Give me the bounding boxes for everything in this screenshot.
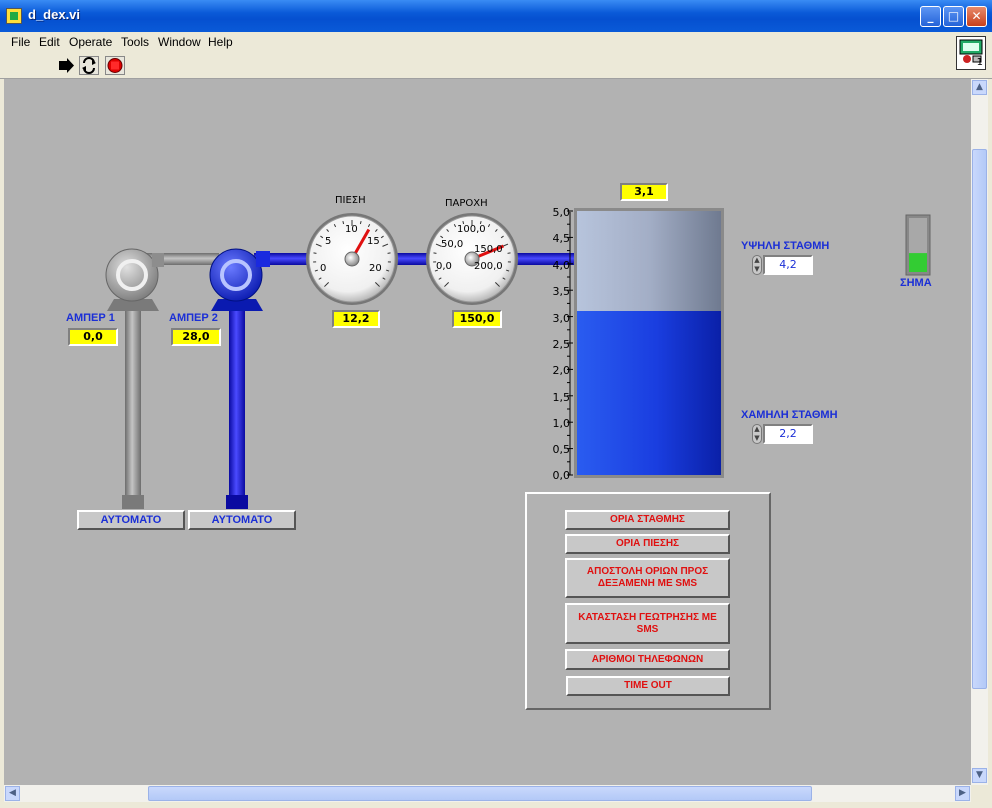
flow-readout: 150,0 bbox=[452, 310, 502, 328]
scroll-down-arrow[interactable]: ▼ bbox=[972, 768, 987, 783]
run-continuously-button[interactable] bbox=[79, 56, 99, 75]
signal-meter bbox=[905, 214, 931, 276]
signal-label: ΣΗΜΑ bbox=[900, 277, 932, 289]
pressure-gauge-label: ΠΙΕΣΗ bbox=[335, 195, 366, 206]
pump1-current-readout: 0,0 bbox=[68, 328, 118, 346]
pump2-auto-button[interactable]: ΑΥΤΟΜΑΤΟ bbox=[188, 510, 296, 530]
tank-scale-label: 2,5 bbox=[552, 338, 571, 351]
run-arrow-icon bbox=[59, 58, 74, 73]
pressure-tick-label: 20 bbox=[369, 263, 382, 274]
phone-numbers-button[interactable]: ΑΡΙΘΜΟΙ ΤΗΛΕΦΩΝΩΝ bbox=[565, 649, 730, 670]
tank-scale-label: 3,0 bbox=[552, 312, 571, 325]
drill-status-sms-button[interactable]: ΚΑΤΑΣΤΑΣΗ ΓΕΩΤΡΗΣΗΣ ΜΕ SMS bbox=[565, 603, 730, 644]
tank-scale-label: 3,5 bbox=[552, 285, 571, 298]
low-level-input[interactable]: 2,2 bbox=[763, 424, 813, 444]
labview-app-icon[interactable] bbox=[6, 8, 22, 24]
flow-tick-label: 0,0 bbox=[436, 261, 452, 272]
horizontal-scroll-thumb[interactable] bbox=[148, 786, 812, 801]
menu-window[interactable]: Window bbox=[158, 35, 201, 49]
menu-bar: File Edit Operate Tools Window Help bbox=[0, 32, 992, 52]
tank-water-level bbox=[577, 311, 721, 475]
vi-icon-number: 1 bbox=[976, 57, 983, 68]
gauge-tick bbox=[359, 220, 362, 225]
flow-tick-label: 200,0 bbox=[474, 261, 503, 272]
scroll-right-arrow[interactable]: ▶ bbox=[955, 786, 970, 801]
pressure-tick-label: 10 bbox=[345, 224, 358, 235]
title-bar: d_dex.vi _ □ ✕ bbox=[0, 0, 992, 32]
flow-tick-label: 100,0 bbox=[457, 224, 486, 235]
gauge-tick bbox=[342, 220, 345, 225]
level-limits-button[interactable]: ΟΡΙΑ ΣΤΑΘΜΗΣ bbox=[565, 510, 730, 530]
vi-connector-icon[interactable]: 1 bbox=[956, 36, 986, 70]
size-grip[interactable] bbox=[971, 785, 988, 802]
high-level-spinner[interactable]: ▲ ▼ bbox=[752, 255, 762, 275]
menu-edit[interactable]: Edit bbox=[39, 35, 60, 49]
pressure-tick-label: 0 bbox=[320, 263, 327, 274]
stop-icon bbox=[107, 58, 123, 73]
pump1-auto-button[interactable]: ΑΥΤΟΜΑΤΟ bbox=[77, 510, 185, 530]
tank-scale-label: 0,5 bbox=[552, 443, 571, 456]
tank-scale-label: 4,0 bbox=[552, 259, 571, 272]
flow-tick-label: 150,0 bbox=[474, 244, 503, 255]
low-level-spinner[interactable]: ▲ ▼ bbox=[752, 424, 762, 444]
pump2-current-readout: 28,0 bbox=[171, 328, 221, 346]
scroll-up-arrow[interactable]: ▲ bbox=[972, 80, 987, 95]
tank-level-readout: 3,1 bbox=[620, 183, 668, 201]
toolbar bbox=[0, 52, 992, 79]
window-title: d_dex.vi bbox=[28, 7, 81, 22]
vertical-scroll-thumb[interactable] bbox=[972, 149, 987, 689]
maximize-button[interactable]: □ bbox=[943, 6, 964, 27]
pipe-pump1-flange bbox=[122, 495, 144, 509]
menu-file[interactable]: File bbox=[11, 35, 30, 49]
pump1-current-label: ΑΜΠΕΡ 1 bbox=[66, 312, 115, 324]
front-panel: 5,0 4,5 4,0 3,5 3,0 2,5 2,0 1,5 1,0 0,5 … bbox=[4, 79, 971, 785]
pipe-main-horizontal bbox=[254, 253, 584, 265]
tank-scale-label: 5,0 bbox=[552, 206, 571, 219]
send-limits-sms-button[interactable]: ΑΠΟΣΤΟΛΗ ΟΡΙΩΝ ΠΡΟΣ ΔΕΞΑΜΕΝΗ ΜΕ SMS bbox=[565, 558, 730, 598]
run-continuously-icon bbox=[82, 57, 96, 74]
close-button[interactable]: ✕ bbox=[966, 6, 987, 27]
tank-scale-label: 0,0 bbox=[552, 469, 571, 482]
tank-scale-label: 1,0 bbox=[552, 417, 571, 430]
pump2-current-label: ΑΜΠΕΡ 2 bbox=[169, 312, 218, 324]
flow-tick-label: 50,0 bbox=[441, 239, 464, 250]
minimize-button[interactable]: _ bbox=[920, 6, 941, 27]
tank-scale-label: 2,0 bbox=[552, 364, 571, 377]
process-diagram bbox=[105, 208, 931, 509]
flow-gauge-label: ΠΑΡΟΧΗ bbox=[445, 198, 488, 209]
tank bbox=[567, 208, 724, 478]
pipe-pump2-vertical bbox=[229, 304, 245, 509]
vertical-scrollbar[interactable]: ▲ ▼ bbox=[971, 79, 988, 785]
low-level-label: ΧΑΜΗΛΗ ΣΤΑΘΜΗ bbox=[741, 409, 838, 421]
time-out-button[interactable]: TIME OUT bbox=[566, 676, 730, 696]
horizontal-scrollbar[interactable]: ◀ ▶ bbox=[4, 785, 971, 802]
pump1 bbox=[105, 248, 164, 311]
pipe-pump2-flange bbox=[226, 495, 248, 509]
command-panel: ΟΡΙΑ ΣΤΑΘΜΗΣ ΟΡΙΑ ΠΙΕΣΗΣ ΑΠΟΣΤΟΛΗ ΟΡΙΩΝ … bbox=[525, 492, 771, 710]
high-level-label: ΥΨΗΛΗ ΣΤΑΘΜΗ bbox=[741, 240, 830, 252]
abort-button[interactable] bbox=[105, 56, 125, 75]
signal-level-bar bbox=[909, 253, 927, 272]
tank-scale-label: 1,5 bbox=[552, 391, 571, 404]
menu-operate[interactable]: Operate bbox=[69, 35, 112, 49]
high-level-input[interactable]: 4,2 bbox=[763, 255, 813, 275]
scroll-left-arrow[interactable]: ◀ bbox=[5, 786, 20, 801]
menu-help[interactable]: Help bbox=[208, 35, 233, 49]
pipe-pump1-vertical bbox=[125, 304, 141, 509]
menu-tools[interactable]: Tools bbox=[121, 35, 149, 49]
pressure-readout: 12,2 bbox=[332, 310, 380, 328]
pump2 bbox=[209, 248, 270, 311]
run-button[interactable] bbox=[56, 56, 76, 75]
pressure-tick-label: 5 bbox=[325, 236, 332, 247]
tank-scale-label: 4,5 bbox=[552, 232, 571, 245]
pressure-tick-label: 15 bbox=[367, 236, 380, 247]
pressure-limits-button[interactable]: ΟΡΙΑ ΠΙΕΣΗΣ bbox=[565, 534, 730, 554]
